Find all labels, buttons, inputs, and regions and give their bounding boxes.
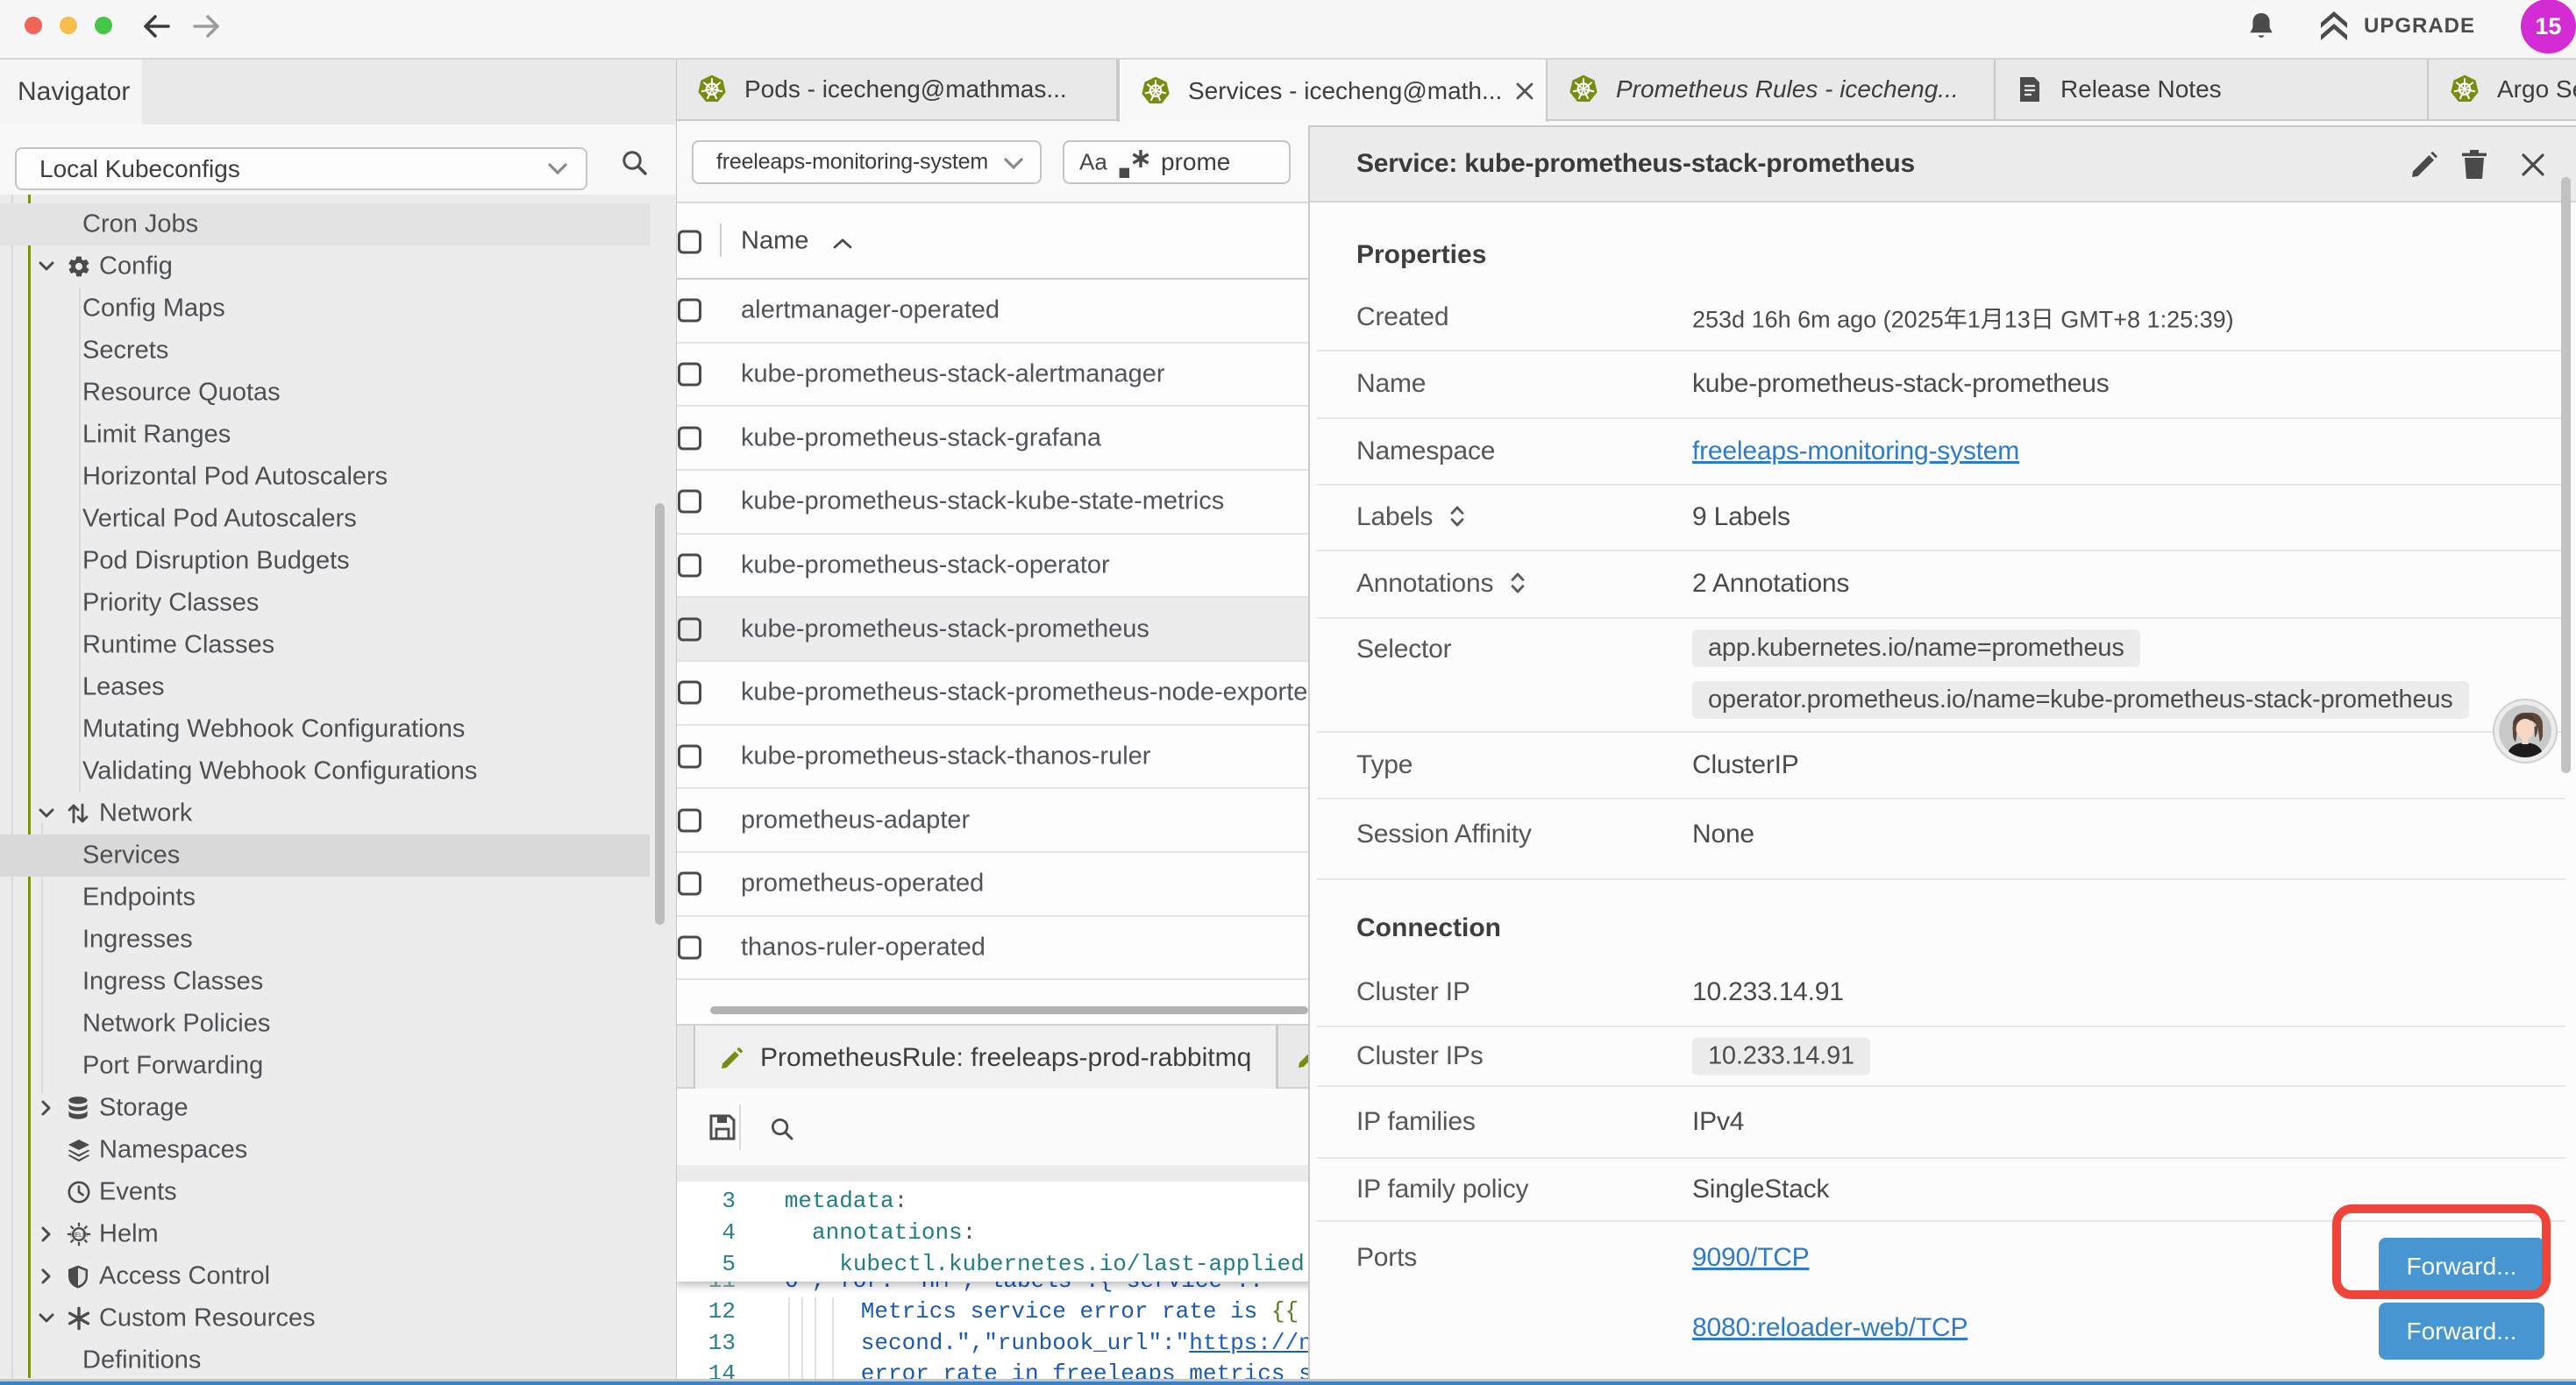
svg-text:HELM: HELM	[70, 1231, 88, 1239]
